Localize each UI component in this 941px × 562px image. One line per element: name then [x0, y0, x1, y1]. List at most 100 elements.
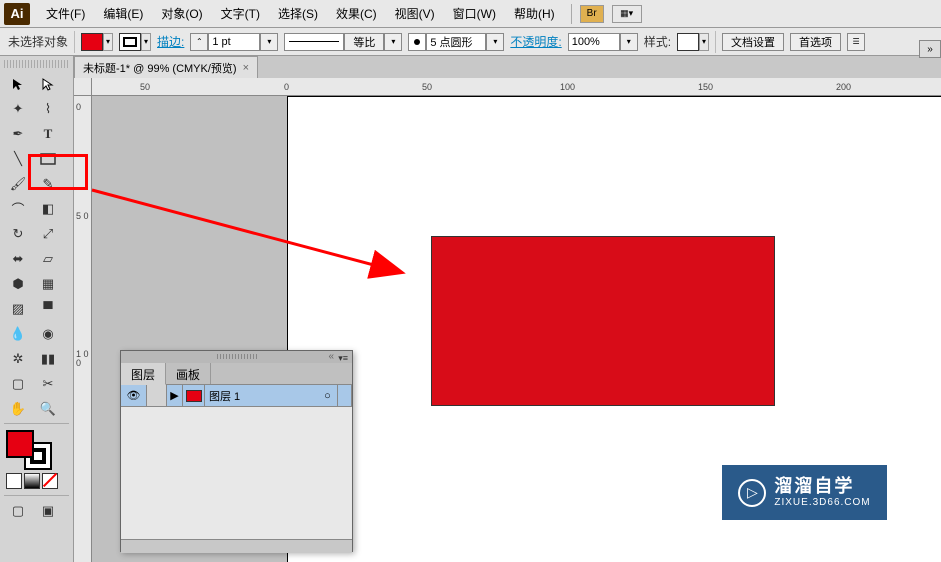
menu-file[interactable]: 文件(F)	[38, 1, 93, 26]
blob-brush-tool[interactable]: ⌒	[4, 197, 32, 220]
control-overflow[interactable]: »	[919, 40, 941, 58]
panel-menu-icon[interactable]: ▾≡	[338, 353, 348, 364]
ruler-origin[interactable]	[74, 78, 92, 96]
lock-toggle[interactable]	[147, 385, 167, 406]
layer-name[interactable]: 图层 1	[205, 388, 318, 404]
ruler-tick: 50	[422, 82, 432, 92]
menu-window[interactable]: 窗口(W)	[445, 1, 504, 26]
toolbox-grip[interactable]	[4, 60, 69, 68]
divider	[4, 423, 69, 424]
ruler-vertical[interactable]: 0 5 0 1 0 0	[74, 96, 92, 562]
prefs-button[interactable]: 首选项	[790, 33, 841, 51]
menu-object[interactable]: 对象(O)	[153, 1, 210, 26]
perspective-tool[interactable]: ▦	[34, 272, 62, 295]
paintbrush-tool[interactable]: 🖌	[4, 172, 32, 195]
eraser-tool[interactable]: ◧	[34, 197, 62, 220]
symbol-sprayer-tool[interactable]: ✲	[4, 347, 32, 370]
opacity-input[interactable]	[568, 33, 620, 51]
panel-collapse-icon[interactable]: «	[328, 351, 334, 362]
ruler-horizontal[interactable]: 50 0 50 100 150 200	[92, 78, 941, 96]
line-tool[interactable]: ╲	[4, 147, 32, 170]
profile-uniform[interactable]: 等比	[344, 33, 384, 51]
menu-effect[interactable]: 效果(C)	[328, 1, 385, 26]
menu-help[interactable]: 帮助(H)	[506, 1, 563, 26]
visibility-toggle[interactable]: 👁	[121, 385, 147, 406]
hand-tool[interactable]: ✋	[4, 397, 32, 420]
rotate-tool[interactable]: ↻	[4, 222, 32, 245]
color-mode-none[interactable]	[42, 473, 58, 489]
drawn-rectangle[interactable]	[431, 236, 775, 406]
free-transform-tool[interactable]: ▱	[34, 247, 62, 270]
magic-wand-tool[interactable]: ✦	[4, 97, 32, 120]
doc-setup-button[interactable]: 文档设置	[722, 33, 784, 51]
width-tool[interactable]: ⬌	[4, 247, 32, 270]
blend-tool[interactable]: ◉	[34, 322, 62, 345]
selection-tool[interactable]	[4, 72, 32, 95]
layer-row[interactable]: 👁 ▶ 图层 1 ○	[121, 385, 352, 407]
expand-toggle[interactable]: ▶	[167, 385, 183, 406]
fill-swatch[interactable]	[81, 33, 103, 51]
zoom-tool[interactable]: 🔍	[34, 397, 62, 420]
divider	[4, 495, 69, 496]
gradient-tool[interactable]: ▀	[34, 297, 62, 320]
opacity-dd[interactable]: ▾	[620, 33, 638, 51]
lasso-tool[interactable]: ⌇	[34, 97, 62, 120]
stroke-weight-down[interactable]: ⌃	[190, 33, 208, 51]
color-mode-gradient[interactable]	[24, 473, 40, 489]
document-tab[interactable]: 未标题-1* @ 99% (CMYK/预览) ×	[74, 56, 258, 78]
style-dd[interactable]: ▾	[699, 33, 709, 51]
screen-mode-normal[interactable]: ▢	[4, 499, 32, 522]
scale-tool[interactable]: ⤢	[34, 222, 62, 245]
rectangle-tool[interactable]	[34, 147, 62, 170]
stroke-swatch[interactable]	[119, 33, 141, 51]
watermark-url: ZIXUE.3D66.COM	[774, 497, 870, 509]
stroke-weight-dd[interactable]: ▾	[260, 33, 278, 51]
ruler-tick: 0	[76, 102, 81, 112]
eyedropper-tool[interactable]: 💧	[4, 322, 32, 345]
selection-indicator[interactable]	[338, 385, 352, 406]
menu-type[interactable]: 文字(T)	[213, 1, 268, 26]
ruler-tick: 5 0	[76, 212, 89, 221]
style-swatch[interactable]	[677, 33, 699, 51]
pencil-tool[interactable]: ✎	[34, 172, 62, 195]
app-logo: Ai	[4, 3, 30, 25]
control-more[interactable]: ☰	[847, 33, 865, 51]
artboard-tool[interactable]: ▢	[4, 372, 32, 395]
target-icon[interactable]: ○	[318, 385, 338, 406]
color-mode-solid[interactable]	[6, 473, 22, 489]
tab-layers[interactable]: 图层	[121, 363, 166, 385]
menu-view[interactable]: 视图(V)	[387, 1, 443, 26]
stroke-dropdown[interactable]: ▾	[141, 33, 151, 51]
slice-tool[interactable]: ✂	[34, 372, 62, 395]
direct-selection-tool[interactable]	[34, 72, 62, 95]
opacity-label[interactable]: 不透明度:	[510, 33, 561, 50]
brush-preset[interactable]	[426, 33, 486, 51]
menu-bar: Ai 文件(F) 编辑(E) 对象(O) 文字(T) 选择(S) 效果(C) 视…	[0, 0, 941, 28]
type-tool[interactable]: T	[34, 122, 62, 145]
tab-close-icon[interactable]: ×	[243, 62, 249, 74]
screen-mode-full[interactable]: ▣	[34, 499, 62, 522]
fill-color-box[interactable]	[6, 430, 34, 458]
menu-select[interactable]: 选择(S)	[270, 1, 326, 26]
brush-dd[interactable]: ▾	[486, 33, 504, 51]
pen-tool[interactable]: ✒	[4, 122, 32, 145]
divider	[74, 31, 75, 53]
fill-stroke-indicator[interactable]	[6, 430, 52, 470]
bridge-button[interactable]: Br	[580, 5, 604, 23]
mesh-tool[interactable]: ▨	[4, 297, 32, 320]
profile-dd[interactable]: ▾	[384, 33, 402, 51]
stroke-weight-input[interactable]	[208, 33, 260, 51]
shape-builder-tool[interactable]: ⬢	[4, 272, 32, 295]
layout-dropdown[interactable]: ▦▾	[612, 5, 642, 23]
brush-preview[interactable]	[408, 33, 426, 51]
profile-preview[interactable]	[284, 33, 344, 51]
tab-title: 未标题-1* @ 99% (CMYK/预览)	[83, 60, 237, 76]
tab-artboards[interactable]: 画板	[166, 363, 211, 384]
fill-dropdown[interactable]: ▾	[103, 33, 113, 51]
play-icon: ▷	[738, 479, 766, 507]
graph-tool[interactable]: ▮▮	[34, 347, 62, 370]
panel-header[interactable]: « ▾≡	[121, 351, 352, 363]
menu-edit[interactable]: 编辑(E)	[95, 1, 151, 26]
stroke-label[interactable]: 描边:	[157, 33, 184, 50]
layers-panel[interactable]: « ▾≡ 图层 画板 👁 ▶ 图层 1 ○	[120, 350, 353, 552]
